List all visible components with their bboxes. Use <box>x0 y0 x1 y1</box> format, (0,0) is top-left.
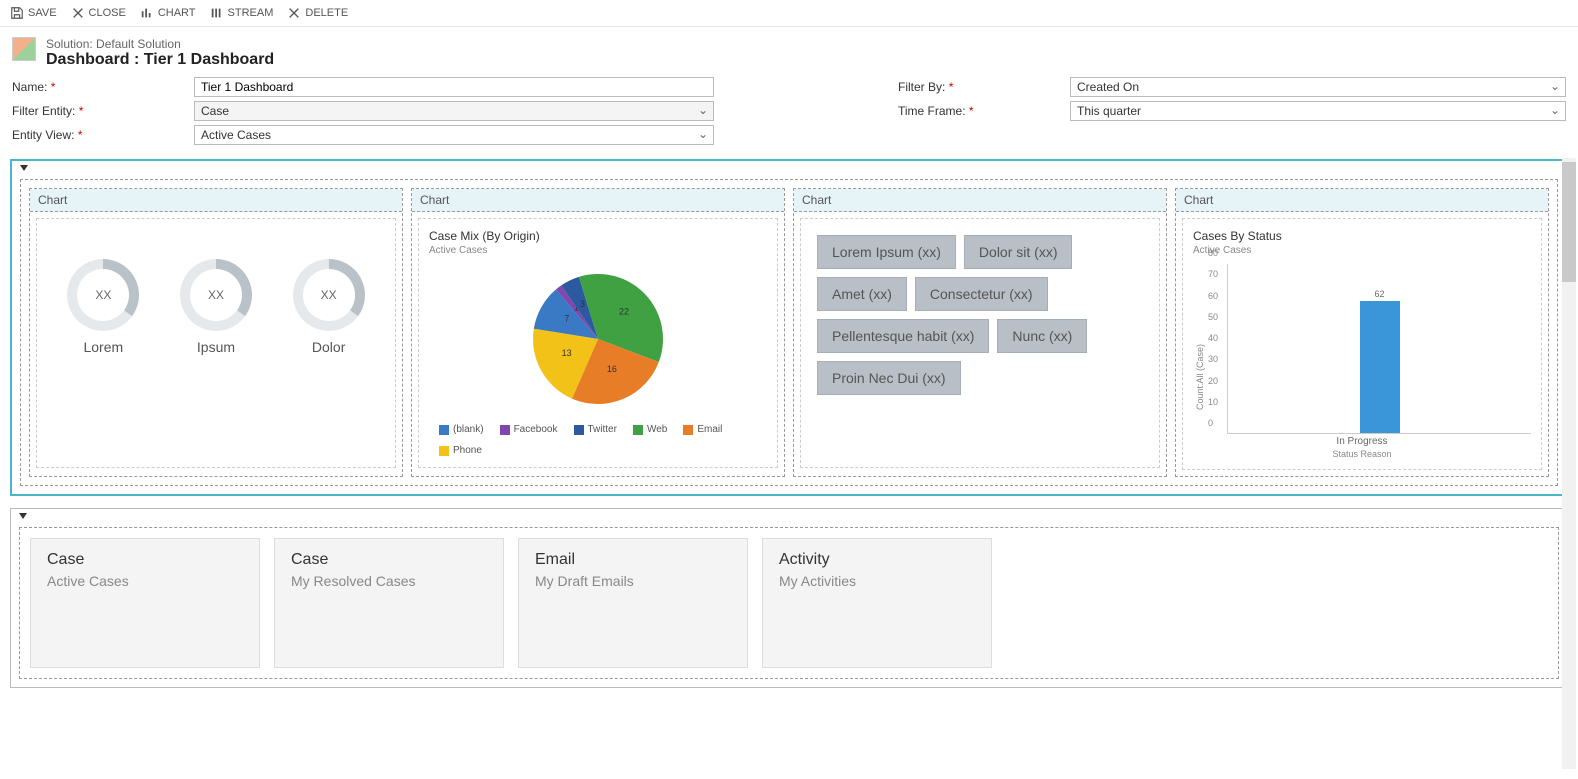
name-label: Name: * <box>12 80 182 94</box>
collapse-toggle-icon[interactable] <box>19 513 27 519</box>
pie-title: Case Mix (By Origin) <box>429 229 767 243</box>
close-label: CLOSE <box>89 7 126 19</box>
page-header: Solution: Default Solution Dashboard : T… <box>0 27 1578 75</box>
visual-filters-inner: Chart XX Lorem XX Ipsum XX Dolo <box>20 179 1558 486</box>
chart-tile-2-header: Chart <box>412 189 784 212</box>
filter-by-select[interactable]: Created On <box>1070 77 1566 97</box>
donut-value: XX <box>208 288 224 302</box>
stream-subtitle: My Activities <box>779 573 975 589</box>
chart-tile-4-header: Chart <box>1176 189 1548 212</box>
stream-tile[interactable]: Case Active Cases <box>30 538 260 668</box>
donut-label: Ipsum <box>197 339 235 355</box>
chart-tile-3[interactable]: Chart Lorem Ipsum (xx)Dolor sit (xx) Amet… <box>793 188 1167 477</box>
stream-button[interactable]: STREAM <box>210 6 274 20</box>
stream-tile[interactable]: Activity My Activities <box>762 538 992 668</box>
bar-ylabel: Count:All (Case) <box>1195 344 1205 410</box>
donut-gauge: XX Lorem <box>67 259 139 355</box>
svg-text:13: 13 <box>562 348 572 358</box>
pie-legend: (blank) Facebook Twitter Web Email Phone <box>429 424 767 456</box>
properties-form: Name: * Filter By: * Created On Filter E… <box>0 75 1578 155</box>
stream-subtitle: My Draft Emails <box>535 573 731 589</box>
chart-tile-4[interactable]: Chart Cases By Status Active Cases Count… <box>1175 188 1549 477</box>
legend-item: (blank) <box>439 424 484 435</box>
chart-tile-1[interactable]: Chart XX Lorem XX Ipsum XX Dolo <box>29 188 403 477</box>
vertical-scrollbar[interactable] <box>1562 158 1576 769</box>
filter-entity-select[interactable]: Case <box>194 101 714 121</box>
legend-item: Web <box>633 424 667 435</box>
bar-title: Cases By Status <box>1193 229 1531 243</box>
chart-icon <box>140 6 154 20</box>
command-bar: SAVE CLOSE CHART STREAM DELETE <box>0 0 1578 27</box>
donut-label: Dolor <box>312 339 345 355</box>
tag-chip[interactable]: Pellentesque habit (xx) <box>817 319 989 353</box>
stream-title: Activity <box>779 551 975 569</box>
chart-btn-label: CHART <box>158 7 196 19</box>
collapse-toggle-icon[interactable] <box>20 165 28 171</box>
tag-chip[interactable]: Dolor sit (xx) <box>964 235 1073 269</box>
bar-plot-area: 0102030405060708062 <box>1227 264 1531 434</box>
stream-title: Case <box>47 551 243 569</box>
tag-chip[interactable]: Nunc (xx) <box>997 319 1087 353</box>
svg-text:7: 7 <box>564 313 569 323</box>
chart-tile-1-header: Chart <box>30 189 402 212</box>
stream-tile[interactable]: Case My Resolved Cases <box>274 538 504 668</box>
filter-entity-label: Filter Entity: * <box>12 104 182 118</box>
bar-rect <box>1360 301 1400 433</box>
scrollbar-thumb[interactable] <box>1562 162 1576 282</box>
svg-text:22: 22 <box>619 307 629 317</box>
delete-label: DELETE <box>305 7 348 19</box>
solution-line: Solution: Default Solution <box>46 37 274 51</box>
tag-chip[interactable]: Lorem Ipsum (xx) <box>817 235 956 269</box>
save-button[interactable]: SAVE <box>10 6 57 20</box>
stream-btn-label: STREAM <box>228 7 274 19</box>
stream-icon <box>210 6 224 20</box>
delete-button[interactable]: DELETE <box>287 6 348 20</box>
delete-icon <box>287 6 301 20</box>
legend-item: Facebook <box>500 424 558 435</box>
tag-chip[interactable]: Amet (xx) <box>817 277 907 311</box>
donut-gauge: XX Ipsum <box>180 259 252 355</box>
chart-tile-3-header: Chart <box>794 189 1166 212</box>
donut-gauge: XX Dolor <box>293 259 365 355</box>
stream-tile[interactable]: Email My Draft Emails <box>518 538 748 668</box>
pie-subtitle: Active Cases <box>429 245 767 256</box>
tag-chip[interactable]: Proin Nec Dui (xx) <box>817 361 961 395</box>
stream-subtitle: Active Cases <box>47 573 243 589</box>
donut-label: Lorem <box>83 339 123 355</box>
close-button[interactable]: CLOSE <box>71 6 126 20</box>
name-input[interactable] <box>194 77 714 97</box>
svg-text:16: 16 <box>607 364 617 374</box>
chart-button[interactable]: CHART <box>140 6 196 20</box>
streams-inner: Case Active Cases Case My Resolved Cases Ema… <box>19 527 1559 679</box>
save-icon <box>10 6 24 20</box>
time-frame-select[interactable]: This quarter <box>1070 101 1566 121</box>
stream-tiles-row: Case Active Cases Case My Resolved Cases Ema… <box>30 538 1548 668</box>
svg-text:3: 3 <box>580 299 585 309</box>
page-title: Dashboard : Tier 1 Dashboard <box>46 51 274 69</box>
tag-cloud: Lorem Ipsum (xx)Dolor sit (xx) Amet (xx)C… <box>811 229 1149 401</box>
visual-filters-section[interactable]: Chart XX Lorem XX Ipsum XX Dolo <box>10 159 1568 496</box>
streams-section[interactable]: Case Active Cases Case My Resolved Cases Ema… <box>10 508 1568 688</box>
legend-item: Phone <box>439 445 482 456</box>
legend-item: Twitter <box>574 424 617 435</box>
entity-view-label: Entity View: * <box>12 128 182 142</box>
dashboard-icon <box>12 37 36 61</box>
pie-chart: 713221613 <box>518 264 678 414</box>
filter-by-label: Filter By: * <box>898 80 1058 94</box>
entity-view-select[interactable]: Active Cases <box>194 125 714 145</box>
stream-subtitle: My Resolved Cases <box>291 573 487 589</box>
donut-value: XX <box>95 288 111 302</box>
save-label: SAVE <box>28 7 57 19</box>
chart-tile-2[interactable]: Chart Case Mix (By Origin) Active Cases … <box>411 188 785 477</box>
legend-item: Email <box>683 424 722 435</box>
close-icon <box>71 6 85 20</box>
bar-xlabel: Status Reason <box>1193 449 1531 459</box>
tag-chip[interactable]: Consectetur (xx) <box>915 277 1048 311</box>
stream-title: Case <box>291 551 487 569</box>
donut-value: XX <box>321 288 337 302</box>
stream-title: Email <box>535 551 731 569</box>
time-frame-label: Time Frame: * <box>898 104 1058 118</box>
bar-category: In Progress <box>1193 436 1531 447</box>
bar-subtitle: Active Cases <box>1193 245 1531 256</box>
